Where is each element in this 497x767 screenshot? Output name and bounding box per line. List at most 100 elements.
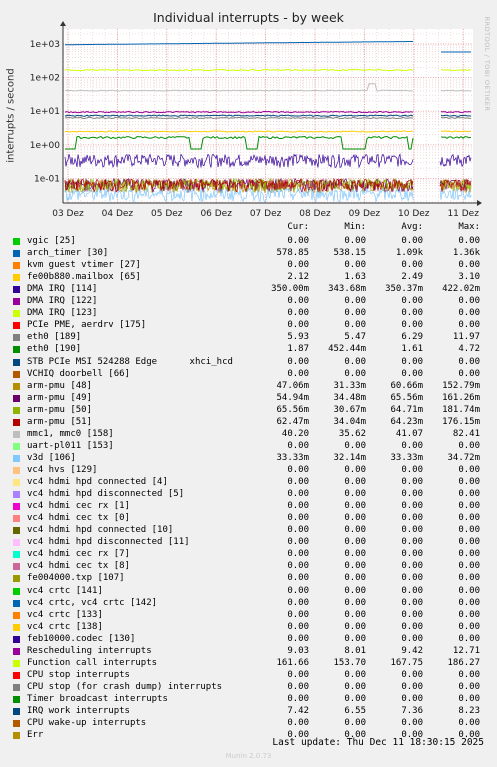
legend-min: 8.01 xyxy=(344,645,366,656)
legend-max: 176.15m xyxy=(442,416,480,427)
legend-cur: 0.00 xyxy=(287,573,309,584)
legend-swatch xyxy=(13,551,20,559)
legend-min: 0.00 xyxy=(344,669,366,680)
legend-swatch xyxy=(13,659,20,667)
legend-cur: 0.00 xyxy=(287,585,309,596)
legend-cur: 0.00 xyxy=(287,296,309,307)
legend-swatch xyxy=(13,587,20,595)
y-tick-label: 1e+00 xyxy=(30,141,61,151)
legend-min: 31.33m xyxy=(333,380,366,391)
legend-min: 343.68m xyxy=(328,284,366,295)
legend-max: 4.72 xyxy=(458,344,480,355)
legend-avg: 0.00 xyxy=(401,597,423,608)
legend-cur: 0.00 xyxy=(287,320,309,331)
legend-swatch xyxy=(13,238,20,245)
legend-cur: 0.00 xyxy=(287,718,309,728)
legend-row: DMA IRQ [114] 350.00m 343.68m 350.37m 422.02… xyxy=(0,283,497,295)
legend-row: arm-pmu [50] 65.56m 30.67m 64.71m 181.74m xyxy=(0,404,497,416)
legend-swatch xyxy=(13,647,20,655)
last-update: Last update: Thu Dec 11 18:30:15 2025 xyxy=(272,737,484,748)
x-tick-label: 09 Dez xyxy=(349,209,381,219)
legend-swatch xyxy=(13,720,20,727)
legend-avg: 0.00 xyxy=(401,681,423,692)
legend-max: 0.00 xyxy=(458,585,480,596)
x-tick-label: 06 Dez xyxy=(200,209,232,219)
legend-min: 32.14m xyxy=(333,452,366,463)
legend-label: vc4 hdmi cec tx [8] xyxy=(27,561,130,572)
legend-avg: 0.00 xyxy=(401,573,423,584)
legend-min: 0.00 xyxy=(344,260,366,271)
legend-max: 0.00 xyxy=(458,525,480,536)
legend-avg: 65.56m xyxy=(390,392,423,403)
legend-min: 153.70 xyxy=(333,657,366,668)
legend-max: 82.41 xyxy=(452,428,480,439)
y-tick-label: 1e-01 xyxy=(34,174,60,184)
legend-avg: 0.00 xyxy=(401,368,423,379)
legend-min: 0.00 xyxy=(344,477,366,487)
legend-label: eth0 [189] xyxy=(27,332,82,343)
legend-avg: 0.00 xyxy=(401,609,423,620)
legend-swatch xyxy=(13,683,20,691)
legend-cur: 0.00 xyxy=(287,356,309,367)
legend-avg: 0.00 xyxy=(401,669,423,680)
legend-label: vc4 crtc [133] xyxy=(27,609,103,620)
x-tick-label: 03 Dez xyxy=(52,209,84,219)
legend-min: 0.00 xyxy=(344,633,366,644)
legend-min: 0.00 xyxy=(344,440,366,451)
legend-cur: 0.00 xyxy=(287,561,309,572)
legend-row: vc4 hdmi cec rx [1] 0.00 0.00 0.00 0.00 xyxy=(0,500,497,512)
legend-cur: 0.00 xyxy=(287,621,309,632)
legend-max: 152.79m xyxy=(442,380,480,391)
legend-swatch xyxy=(13,599,20,607)
legend-cur: 0.00 xyxy=(287,440,309,451)
legend-max: 0.00 xyxy=(458,465,480,475)
legend-row: fe00b880.mailbox [65] 2.12 1.63 2.49 3.10 xyxy=(0,271,497,283)
legend-avg: 7.36 xyxy=(401,706,423,716)
legend-cur: 0.00 xyxy=(287,597,309,608)
legend-avg: 0.00 xyxy=(401,236,423,246)
legend-row: kvm guest vtimer [27] 0.00 0.00 0.00 0.00 xyxy=(0,259,497,271)
legend-cur: 0.00 xyxy=(287,489,309,500)
legend-min: 0.00 xyxy=(344,513,366,524)
legend-max: 0.00 xyxy=(458,681,480,692)
legend-cur: 578.85 xyxy=(276,248,309,259)
legend-row: arm-pmu [48] 47.06m 31.33m 60.66m 152.79m xyxy=(0,380,497,392)
legend-label: CPU stop (for crash dump) interrupts xyxy=(27,681,223,692)
legend-max: 3.10 xyxy=(458,272,480,283)
legend-min: 0.00 xyxy=(344,609,366,620)
legend-max: 422.02m xyxy=(442,284,480,295)
legend-header: Cur: Min: Avg: Max: xyxy=(0,222,497,234)
legend-cur: 54.94m xyxy=(276,392,309,403)
legend-label: vc4 crtc, vc4 crtc [142] xyxy=(27,597,158,608)
legend-swatch xyxy=(13,310,20,318)
legend-min: 1.63 xyxy=(344,272,366,283)
legend-min: 0.00 xyxy=(344,320,366,331)
legend-label: Function call interrupts xyxy=(27,657,158,668)
legend-row: vc4 hdmi hpd connected [4] 0.00 0.00 0.00 0.… xyxy=(0,476,497,488)
legend-swatch xyxy=(13,250,20,258)
legend-cur: 0.00 xyxy=(287,368,309,379)
legend-swatch xyxy=(13,623,20,631)
legend-max: 0.00 xyxy=(458,296,480,307)
legend-min: 30.67m xyxy=(333,404,366,415)
legend-cur: 0.00 xyxy=(287,693,309,704)
legend-avg: 60.66m xyxy=(390,380,423,391)
legend-row: feb10000.codec [130] 0.00 0.00 0.00 0.00 xyxy=(0,633,497,645)
legend-label: VCHIQ doorbell [66] xyxy=(27,368,130,379)
legend-row: PCIe PME, aerdrv [175] 0.00 0.00 0.00 0.00 xyxy=(0,319,497,331)
legend-label: vc4 hvs [129] xyxy=(27,465,98,475)
legend-swatch xyxy=(13,563,20,571)
legend-avg: 0.00 xyxy=(401,320,423,331)
legend-row: vc4 crtc [141] 0.00 0.00 0.00 0.00 xyxy=(0,585,497,597)
legend-cur: 0.00 xyxy=(287,537,309,548)
y-tick-label: 1e+02 xyxy=(30,74,60,84)
legend-row: vc4 crtc, vc4 crtc [142] 0.00 0.00 0.00 0.00 xyxy=(0,597,497,609)
legend-cur: 350.00m xyxy=(271,284,309,295)
plot-area: 1e+03 1e+02 1e+01 1e+00 1e-01 03 Dez 04 Dez 05 … xyxy=(30,21,482,219)
legend-row: IRQ work interrupts 7.42 6.55 7.36 8.23 xyxy=(0,705,497,717)
legend-label: v3d [106] xyxy=(27,452,76,463)
legend-row: Function call interrupts 161.66 153.70 167.… xyxy=(0,657,497,669)
legend-max: 181.74m xyxy=(442,404,480,415)
legend-cur: 0.00 xyxy=(287,513,309,524)
legend-max: 0.00 xyxy=(458,597,480,608)
